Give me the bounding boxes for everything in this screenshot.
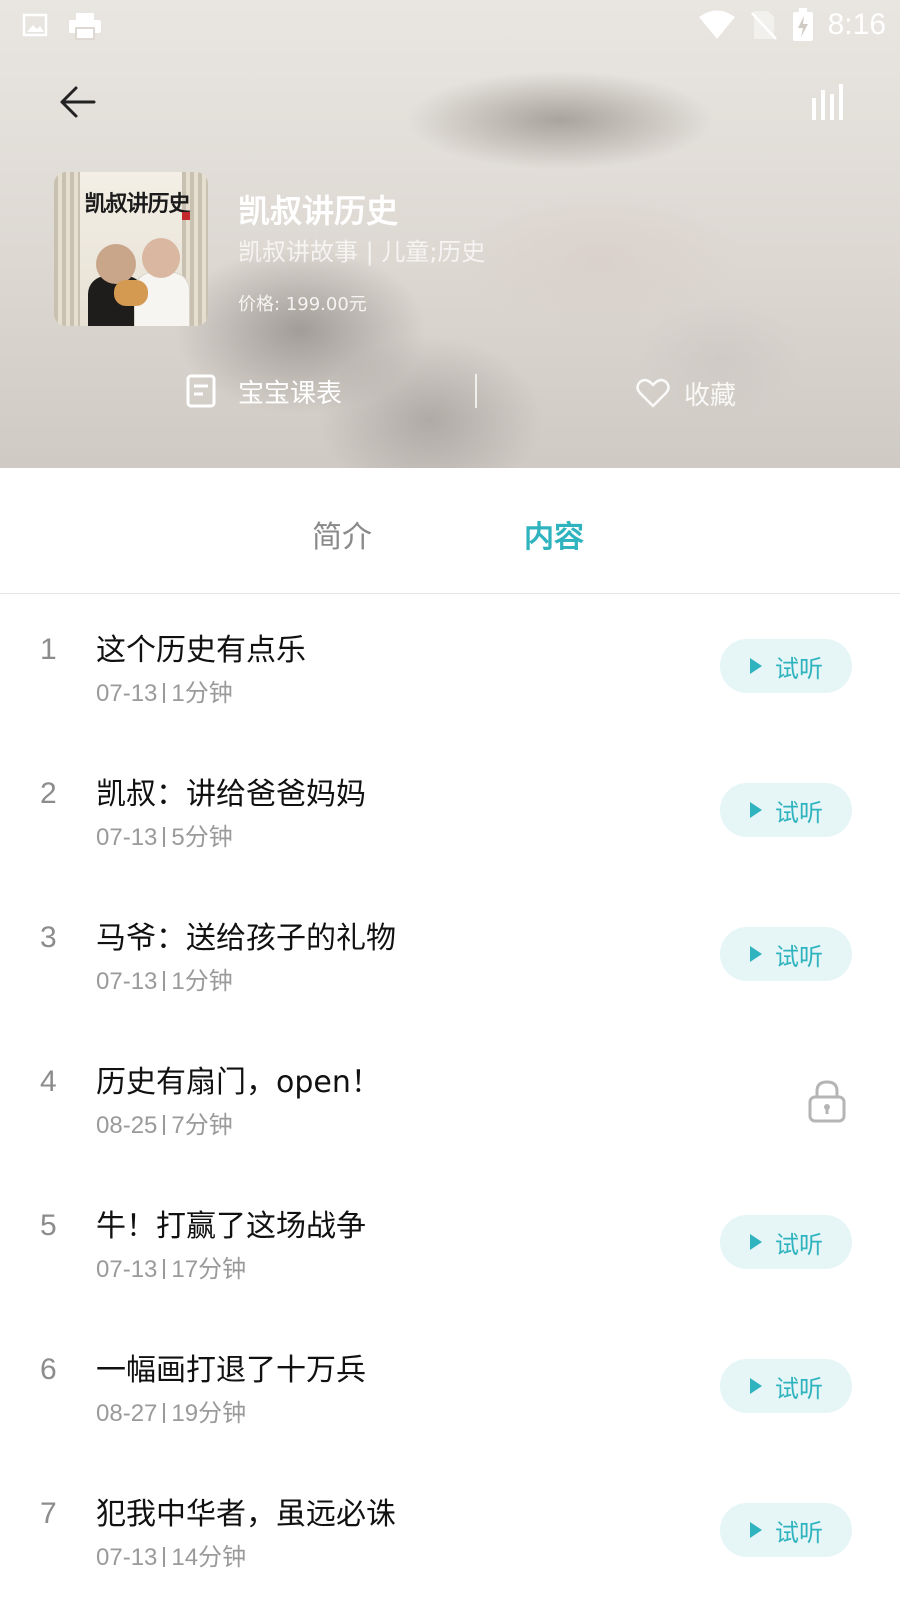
wifi-icon — [698, 10, 735, 39]
lock-icon — [808, 1080, 846, 1123]
episode-meta: 08-25 7分钟 — [96, 1105, 233, 1140]
list-item[interactable]: 4 历史有扇门，open！ 08-25 7分钟 — [0, 1027, 900, 1171]
episode-title: 一幅画打退了十万兵 — [96, 1353, 366, 1388]
episode-meta: 07-13 14分钟 — [96, 1537, 246, 1572]
play-icon — [750, 658, 762, 674]
episode-meta: 07-13 1分钟 — [96, 961, 233, 996]
album-title: 凯叔讲历史 — [238, 192, 399, 230]
list-item[interactable]: 2 凯叔：讲给爸爸妈妈 07-13 5分钟 试听 — [0, 739, 900, 883]
schedule-icon — [186, 374, 216, 408]
trial-label: 试听 — [775, 654, 823, 683]
trial-label: 试听 — [775, 1374, 823, 1403]
trial-listen-button[interactable]: 试听 — [720, 1503, 852, 1557]
favorite-button[interactable]: 收藏 — [636, 370, 736, 416]
play-icon — [750, 1234, 762, 1250]
schedule-button[interactable]: 宝宝课表 — [186, 368, 342, 414]
episode-number: 3 — [40, 921, 57, 954]
episode-date: 07-13 — [96, 1256, 158, 1283]
list-item[interactable]: 7 犯我中华者，虽远必诛 07-13 14分钟 试听 — [0, 1459, 900, 1600]
list-item[interactable]: 6 一幅画打退了十万兵 08-27 19分钟 试听 — [0, 1315, 900, 1459]
episode-list: 1 这个历史有点乐 07-13 1分钟 试听 2 凯叔：讲给爸爸妈妈 07-13 5… — [0, 595, 900, 1600]
episode-number: 2 — [40, 777, 57, 810]
favorite-label: 收藏 — [684, 380, 737, 411]
play-icon — [750, 802, 762, 818]
episode-duration: 19分钟 — [171, 1400, 247, 1427]
episode-date: 07-13 — [96, 968, 158, 995]
episode-number: 4 — [40, 1065, 57, 1098]
trial-label: 试听 — [775, 942, 823, 971]
play-icon — [750, 946, 762, 962]
episode-duration: 1分钟 — [171, 968, 233, 995]
status-time: 8:16 — [827, 8, 886, 41]
now-playing-button[interactable] — [808, 82, 848, 122]
episode-meta: 07-13 1分钟 — [96, 673, 233, 708]
album-header: 8:16 凯叔讲历史 凯叔讲历史 凯叔讲故事 | 儿童;历史 价格: 199.0… — [0, 0, 900, 468]
trial-label: 试听 — [775, 798, 823, 827]
no-sim-icon — [750, 11, 777, 40]
heart-icon — [636, 378, 670, 408]
tab-bar: 简介 内容 — [0, 468, 900, 594]
action-divider — [475, 374, 477, 408]
episode-duration: 7分钟 — [171, 1112, 233, 1139]
play-icon — [750, 1378, 762, 1394]
episode-number: 6 — [40, 1353, 57, 1386]
episode-title: 犯我中华者，虽远必诛 — [96, 1497, 396, 1532]
episode-duration: 5分钟 — [171, 824, 233, 851]
action-row: 宝宝课表 收藏 — [0, 356, 900, 428]
trial-label: 试听 — [775, 1518, 823, 1547]
play-icon — [750, 1522, 762, 1538]
list-item[interactable]: 1 这个历史有点乐 07-13 1分钟 试听 — [0, 595, 900, 739]
battery-charging-icon — [792, 8, 813, 41]
album-cover: 凯叔讲历史 — [54, 172, 208, 326]
trial-listen-button[interactable]: 试听 — [720, 1215, 852, 1269]
episode-date: 07-13 — [96, 680, 158, 707]
arrow-left-icon — [60, 86, 96, 118]
episode-title: 这个历史有点乐 — [96, 633, 306, 668]
equalizer-icon — [812, 84, 843, 120]
album-subtitle: 凯叔讲故事 | 儿童;历史 — [238, 238, 486, 266]
schedule-label: 宝宝课表 — [238, 378, 343, 409]
episode-date: 08-25 — [96, 1112, 158, 1139]
album-price: 价格: 199.00元 — [238, 294, 367, 315]
trial-listen-button[interactable]: 试听 — [720, 1359, 852, 1413]
tab-intro[interactable]: 简介 — [312, 512, 372, 556]
episode-date: 08-27 — [96, 1400, 158, 1427]
episode-meta: 07-13 17分钟 — [96, 1249, 246, 1284]
episode-date: 07-13 — [96, 824, 158, 851]
episode-meta: 08-27 19分钟 — [96, 1393, 246, 1428]
episode-duration: 17分钟 — [171, 1256, 247, 1283]
episode-title: 凯叔：讲给爸爸妈妈 — [96, 777, 366, 812]
episode-title: 马爷：送给孩子的礼物 — [96, 921, 396, 956]
trial-listen-button[interactable]: 试听 — [720, 783, 852, 837]
list-item[interactable]: 5 牛！打赢了这场战争 07-13 17分钟 试听 — [0, 1171, 900, 1315]
status-bar: 8:16 — [0, 0, 900, 52]
trial-listen-button[interactable]: 试听 — [720, 927, 852, 981]
back-button[interactable] — [52, 78, 108, 126]
printer-icon — [69, 13, 101, 40]
episode-date: 07-13 — [96, 1544, 158, 1571]
episode-number: 1 — [40, 633, 57, 666]
episode-duration: 1分钟 — [171, 680, 233, 707]
image-icon — [22, 13, 48, 37]
trial-listen-button[interactable]: 试听 — [720, 639, 852, 693]
episode-title: 历史有扇门，open！ — [96, 1065, 381, 1100]
episode-title: 牛！打赢了这场战争 — [96, 1209, 366, 1244]
list-item[interactable]: 3 马爷：送给孩子的礼物 07-13 1分钟 试听 — [0, 883, 900, 1027]
episode-number: 5 — [40, 1209, 57, 1242]
episode-duration: 14分钟 — [171, 1544, 247, 1571]
tab-content[interactable]: 内容 — [524, 512, 584, 556]
trial-label: 试听 — [775, 1230, 823, 1259]
episode-meta: 07-13 5分钟 — [96, 817, 233, 852]
episode-number: 7 — [40, 1497, 57, 1530]
